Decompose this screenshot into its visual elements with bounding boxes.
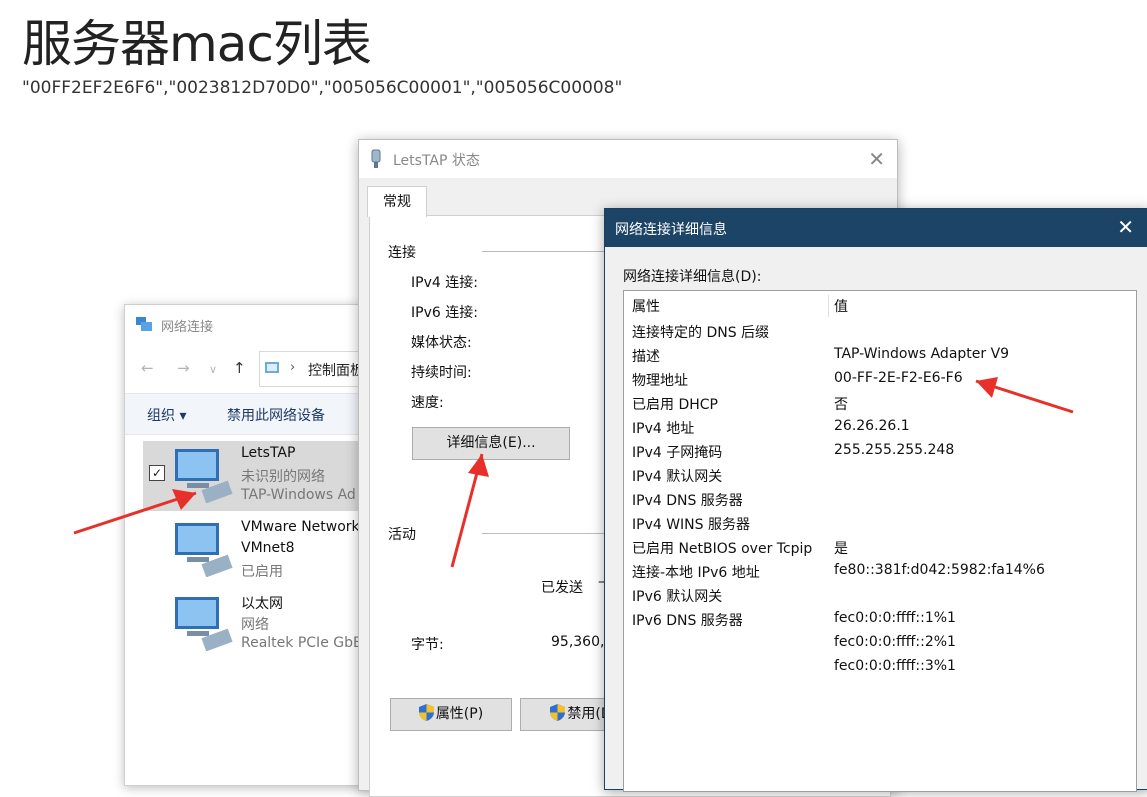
details-dialog-title: 网络连接详细信息 [615, 222, 727, 238]
list-header: 属性 值 [624, 291, 1136, 319]
details-dialog-titlebar: 网络连接详细信息 ✕ [605, 209, 1147, 247]
detail-value: 否 [834, 397, 848, 413]
tab-general[interactable]: 常规 [367, 186, 427, 217]
details-list[interactable]: 属性 值 连接特定的 DNS 后缀 描述 TAP-Windows Adapter V… [623, 290, 1137, 792]
disable-device-button[interactable]: 禁用此网络设备 [227, 405, 325, 425]
bytes-label: 字节: [411, 637, 444, 653]
network-folder-icon [136, 317, 152, 331]
detail-property: IPv4 地址 [632, 421, 695, 437]
network-item-vmware[interactable]: VMware Network VMnet8 已启用 [143, 515, 375, 585]
network-item-name: 以太网 [241, 596, 283, 612]
detail-property: IPv4 WINS 服务器 [632, 517, 750, 533]
uac-shield-icon [550, 704, 566, 721]
status-dialog-titlebar: LetsTAP 状态 ✕ [359, 140, 897, 178]
column-separator[interactable] [828, 295, 829, 317]
detail-property: 描述 [632, 349, 660, 365]
bytes-sent-value: 95,360, [551, 634, 605, 650]
address-chevron-icon: › [290, 360, 296, 375]
network-item-status: VMnet8 [241, 540, 295, 556]
network-adapter-icon [175, 597, 233, 651]
activity-group-label: 活动 [388, 527, 416, 543]
network-adapter-icon [175, 449, 233, 503]
network-item-status: 未识别的网络 [241, 469, 325, 485]
detail-value: 00-FF-2E-F2-E6-F6 [834, 370, 963, 386]
detail-property: 已启用 NetBIOS over Tcpip [632, 541, 813, 557]
properties-button[interactable]: 属性(P) [390, 698, 512, 731]
up-arrow-icon[interactable]: ↑ [233, 359, 246, 377]
detail-value: fec0:0:0:ffff::1%1 [834, 610, 956, 626]
close-icon[interactable]: ✕ [868, 147, 885, 171]
detail-property: 物理地址 [632, 373, 688, 389]
detail-property: 已启用 DHCP [632, 397, 718, 413]
detail-value: fe80::381f:d042:5982:fa14%6 [834, 562, 1045, 578]
detail-value: fec0:0:0:ffff::2%1 [834, 634, 956, 650]
network-item-adapter: Realtek PCIe GbE [241, 635, 362, 651]
address-text: 控制面板 [308, 363, 364, 379]
detail-property: IPv4 子网掩码 [632, 445, 723, 461]
detail-property: IPv4 DNS 服务器 [632, 493, 743, 509]
organize-menu[interactable]: 组织 ▾ [147, 405, 186, 425]
forward-arrow-icon[interactable]: → [177, 359, 190, 377]
connection-group-label: 连接 [388, 245, 416, 261]
detail-property: IPv6 DNS 服务器 [632, 613, 743, 629]
network-item-ethernet[interactable]: 以太网 网络 Realtek PCIe GbE [143, 589, 375, 659]
network-item-name: VMware Network [241, 519, 360, 535]
property-column-header[interactable]: 属性 [632, 296, 660, 316]
value-column-header[interactable]: 值 [834, 296, 848, 316]
details-list-label: 网络连接详细信息(D): [623, 269, 762, 285]
control-panel-icon [265, 362, 279, 373]
detail-property: IPv6 默认网关 [632, 589, 723, 605]
uac-shield-icon [418, 704, 434, 721]
detail-value: 是 [834, 541, 848, 557]
speed-label: 速度: [411, 395, 444, 411]
detail-value: fec0:0:0:ffff::3%1 [834, 658, 956, 674]
command-bar: 组织 ▾ 禁用此网络设备 [125, 393, 375, 435]
duration-label: 持续时间: [411, 365, 472, 381]
network-window-titlebar: 网络连接 [125, 305, 375, 343]
media-state-label: 媒体状态: [411, 335, 472, 351]
detail-property: 连接特定的 DNS 后缀 [632, 325, 770, 341]
ipv4-connection-label: IPv4 连接: [411, 275, 478, 291]
back-arrow-icon[interactable]: ← [141, 359, 154, 377]
properties-button-label: 属性(P) [435, 706, 484, 722]
network-item-adapter: 已启用 [241, 564, 283, 580]
checkbox[interactable]: ✓ [149, 465, 165, 481]
network-item-adapter: TAP-Windows Ad [241, 487, 356, 503]
network-item-letstap[interactable]: ✓ LetsTAP 未识别的网络 TAP-Windows Ad [143, 441, 375, 511]
network-connections-window: 网络连接 ← → ∨ ↑ › 控制面板 组织 ▾ 禁用此网络设备 ✓ LetsT… [124, 304, 376, 786]
ipv6-connection-label: IPv6 连接: [411, 305, 478, 321]
detail-property: 连接-本地 IPv6 地址 [632, 565, 760, 581]
status-dialog-title: LetsTAP 状态 [393, 153, 480, 169]
detail-property: IPv4 默认网关 [632, 469, 723, 485]
adapter-plug-icon [371, 149, 381, 168]
sent-label: 已发送 [541, 580, 583, 596]
history-chevron-icon[interactable]: ∨ [209, 363, 217, 376]
connection-details-dialog: 网络连接详细信息 ✕ 网络连接详细信息(D): 属性 值 连接特定的 DNS 后… [604, 208, 1147, 792]
detail-value: 255.255.255.248 [834, 442, 955, 458]
detail-value: TAP-Windows Adapter V9 [834, 346, 1010, 362]
details-button[interactable]: 详细信息(E)... [412, 427, 570, 460]
network-item-status: 网络 [241, 617, 269, 633]
close-icon[interactable]: ✕ [1117, 215, 1134, 239]
network-adapter-icon [175, 523, 233, 577]
page-title: 服务器mac列表 [22, 15, 372, 73]
network-window-title: 网络连接 [161, 320, 214, 335]
network-item-name: LetsTAP [241, 445, 296, 461]
detail-value: 26.26.26.1 [834, 418, 910, 434]
mac-list-text: "00FF2EF2E6F6","0023812D70D0","005056C00… [22, 78, 623, 98]
